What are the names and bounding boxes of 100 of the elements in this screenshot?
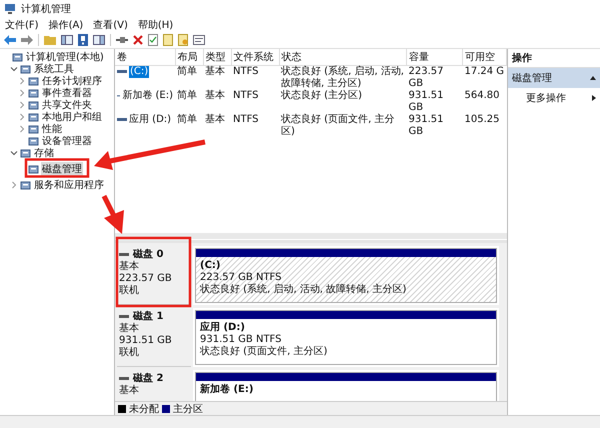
disk-type: 基本 [119,323,140,335]
partition-label: (C:) [200,260,222,272]
folder-icon[interactable] [44,35,56,45]
column-header[interactable]: 卷 [115,49,175,66]
table-cell: 简单 [177,114,197,125]
chevron-down-icon[interactable] [10,149,18,157]
table-cell: 931.51 GB [408,90,444,113]
disk-type: 基本 [119,261,140,273]
drive-icon [117,118,127,122]
table-cell: 简单 [177,66,197,77]
disk-status: 联机 [119,347,140,359]
forward-arrow-icon[interactable] [21,35,33,45]
tree-item[interactable]: 系统工具 [33,62,75,76]
menu-item[interactable]: 帮助(H) [138,18,174,32]
tree-node-icon [20,180,31,190]
chevron-right-icon[interactable] [10,181,18,189]
expand-right-icon[interactable] [592,95,596,101]
properties-icon[interactable] [193,35,205,45]
table-cell: 状态良好 (主分区) [281,90,362,101]
partition-block[interactable]: 新加卷 (E:) [195,372,497,401]
chevron-right-icon[interactable] [18,125,26,133]
column-header[interactable]: 可用空 [462,49,506,66]
tree-item[interactable]: 本地用户和组 [41,110,103,124]
column-header[interactable]: 状态 [279,49,406,66]
column-header[interactable]: 容量 [406,49,462,66]
menu-item[interactable]: 查看(V) [93,18,128,32]
table-cell: 状态良好 (页面文件, 主分区) [281,114,394,137]
table-cell: 基本 [205,90,225,101]
tree-node-icon [28,100,39,110]
partition-block[interactable]: 应用 (D:) 931.51 GB NTFS 状态良好 (页面文件, 主分区) [195,310,497,365]
column-header[interactable]: 布局 [175,49,203,66]
disk-status: 联机 [119,285,140,297]
tree-item[interactable]: 事件查看器 [41,86,93,100]
volume-name[interactable]: (C:) [129,66,150,78]
volume-name[interactable]: 应用 (D:) [129,114,172,126]
tree-node-icon [20,148,31,158]
disk-info-panel[interactable]: 磁盘 1 基本 931.51 GB 联机 [117,308,191,367]
disk-size: 931.51 GB [119,335,173,346]
tree-node-icon [28,164,39,174]
tree-node-icon [28,136,39,146]
tree-node-icon [28,124,39,134]
panel-icon[interactable] [61,35,73,45]
chevron-right-icon[interactable] [18,89,26,97]
table-cell: 564.80 [464,90,500,101]
action-link[interactable]: 更多操作 [526,91,566,105]
connector-icon[interactable] [116,36,128,44]
tree-item[interactable]: 任务计划程序 [41,74,103,88]
tree-node-icon [20,64,31,74]
annotation-arrow [102,194,124,234]
document-icon[interactable] [178,34,188,46]
chevron-down-icon[interactable] [10,65,18,73]
partition-size: 931.51 GB NTFS [200,334,282,346]
tree-node-icon [28,112,39,122]
back-arrow-icon[interactable] [4,35,16,45]
table-cell: NTFS [233,90,259,101]
volume-name[interactable]: 新加卷 (E:) [122,90,173,102]
legend-label: 主分区 [173,402,203,416]
partition-status: 状态良好 (页面文件, 主分区) [200,346,328,358]
table-cell: 基本 [205,66,225,77]
tree-item[interactable]: 共享文件夹 [41,98,93,112]
delete-icon[interactable] [133,35,143,45]
table-cell: 223.57 GB [408,66,444,89]
table-cell: 基本 [205,114,225,125]
computer-icon [4,3,16,15]
chevron-right-icon[interactable] [18,77,26,85]
column-header[interactable]: 类型 [203,49,231,66]
window-title: 计算机管理 [21,2,71,16]
tree-item[interactable]: 设备管理器 [41,134,93,148]
column-header[interactable]: 文件系统 [231,49,279,66]
drive-icon [117,70,127,74]
table-cell: NTFS [233,66,259,77]
chevron-right-icon[interactable] [18,101,26,109]
tree-item[interactable]: 磁盘管理 [41,162,83,176]
help-icon[interactable] [78,34,88,46]
table-cell: 状态良好 (系统, 启动, 活动, 故障转储, 主分区) [281,66,404,89]
chevron-right-icon[interactable] [18,113,26,121]
partition-status: 状态良好 (系统, 启动, 活动, 故障转储, 主分区) [200,284,408,296]
table-cell: 931.51 GB [408,114,444,137]
tree-item[interactable]: 计算机管理(本地) [25,50,105,64]
tree-item[interactable]: 性能 [41,122,63,136]
disk-type: 基本 [119,385,140,397]
panel-icon[interactable] [93,35,105,45]
collapse-up-icon[interactable] [590,76,596,80]
disk-name: 磁盘 2 [133,373,164,384]
tree-item[interactable]: 服务和应用程序 [33,178,105,192]
tree-node-icon [28,76,39,86]
disk-info-panel[interactable]: 磁盘 0 基本 223.57 GB 联机 [117,246,191,305]
horizontal-scrollbar[interactable] [115,233,507,239]
table-cell: 105.25 [464,114,500,125]
menu-item[interactable]: 操作(A) [48,18,84,32]
menu-item[interactable]: 文件(F) [5,18,39,32]
partition-label: 应用 (D:) [200,322,246,334]
tree-node-icon [12,52,23,62]
document-icon[interactable] [163,34,173,46]
table-cell: 简单 [177,90,197,101]
partition-size: 223.57 GB NTFS [200,272,282,284]
table-cell: 17.24 G [464,66,504,77]
partition-block[interactable]: (C:) 223.57 GB NTFS 状态良好 (系统, 启动, 活动, 故障转储, 主分区) [195,248,497,303]
tree-item[interactable]: 存储 [33,146,55,160]
document-check-icon[interactable] [148,34,158,46]
